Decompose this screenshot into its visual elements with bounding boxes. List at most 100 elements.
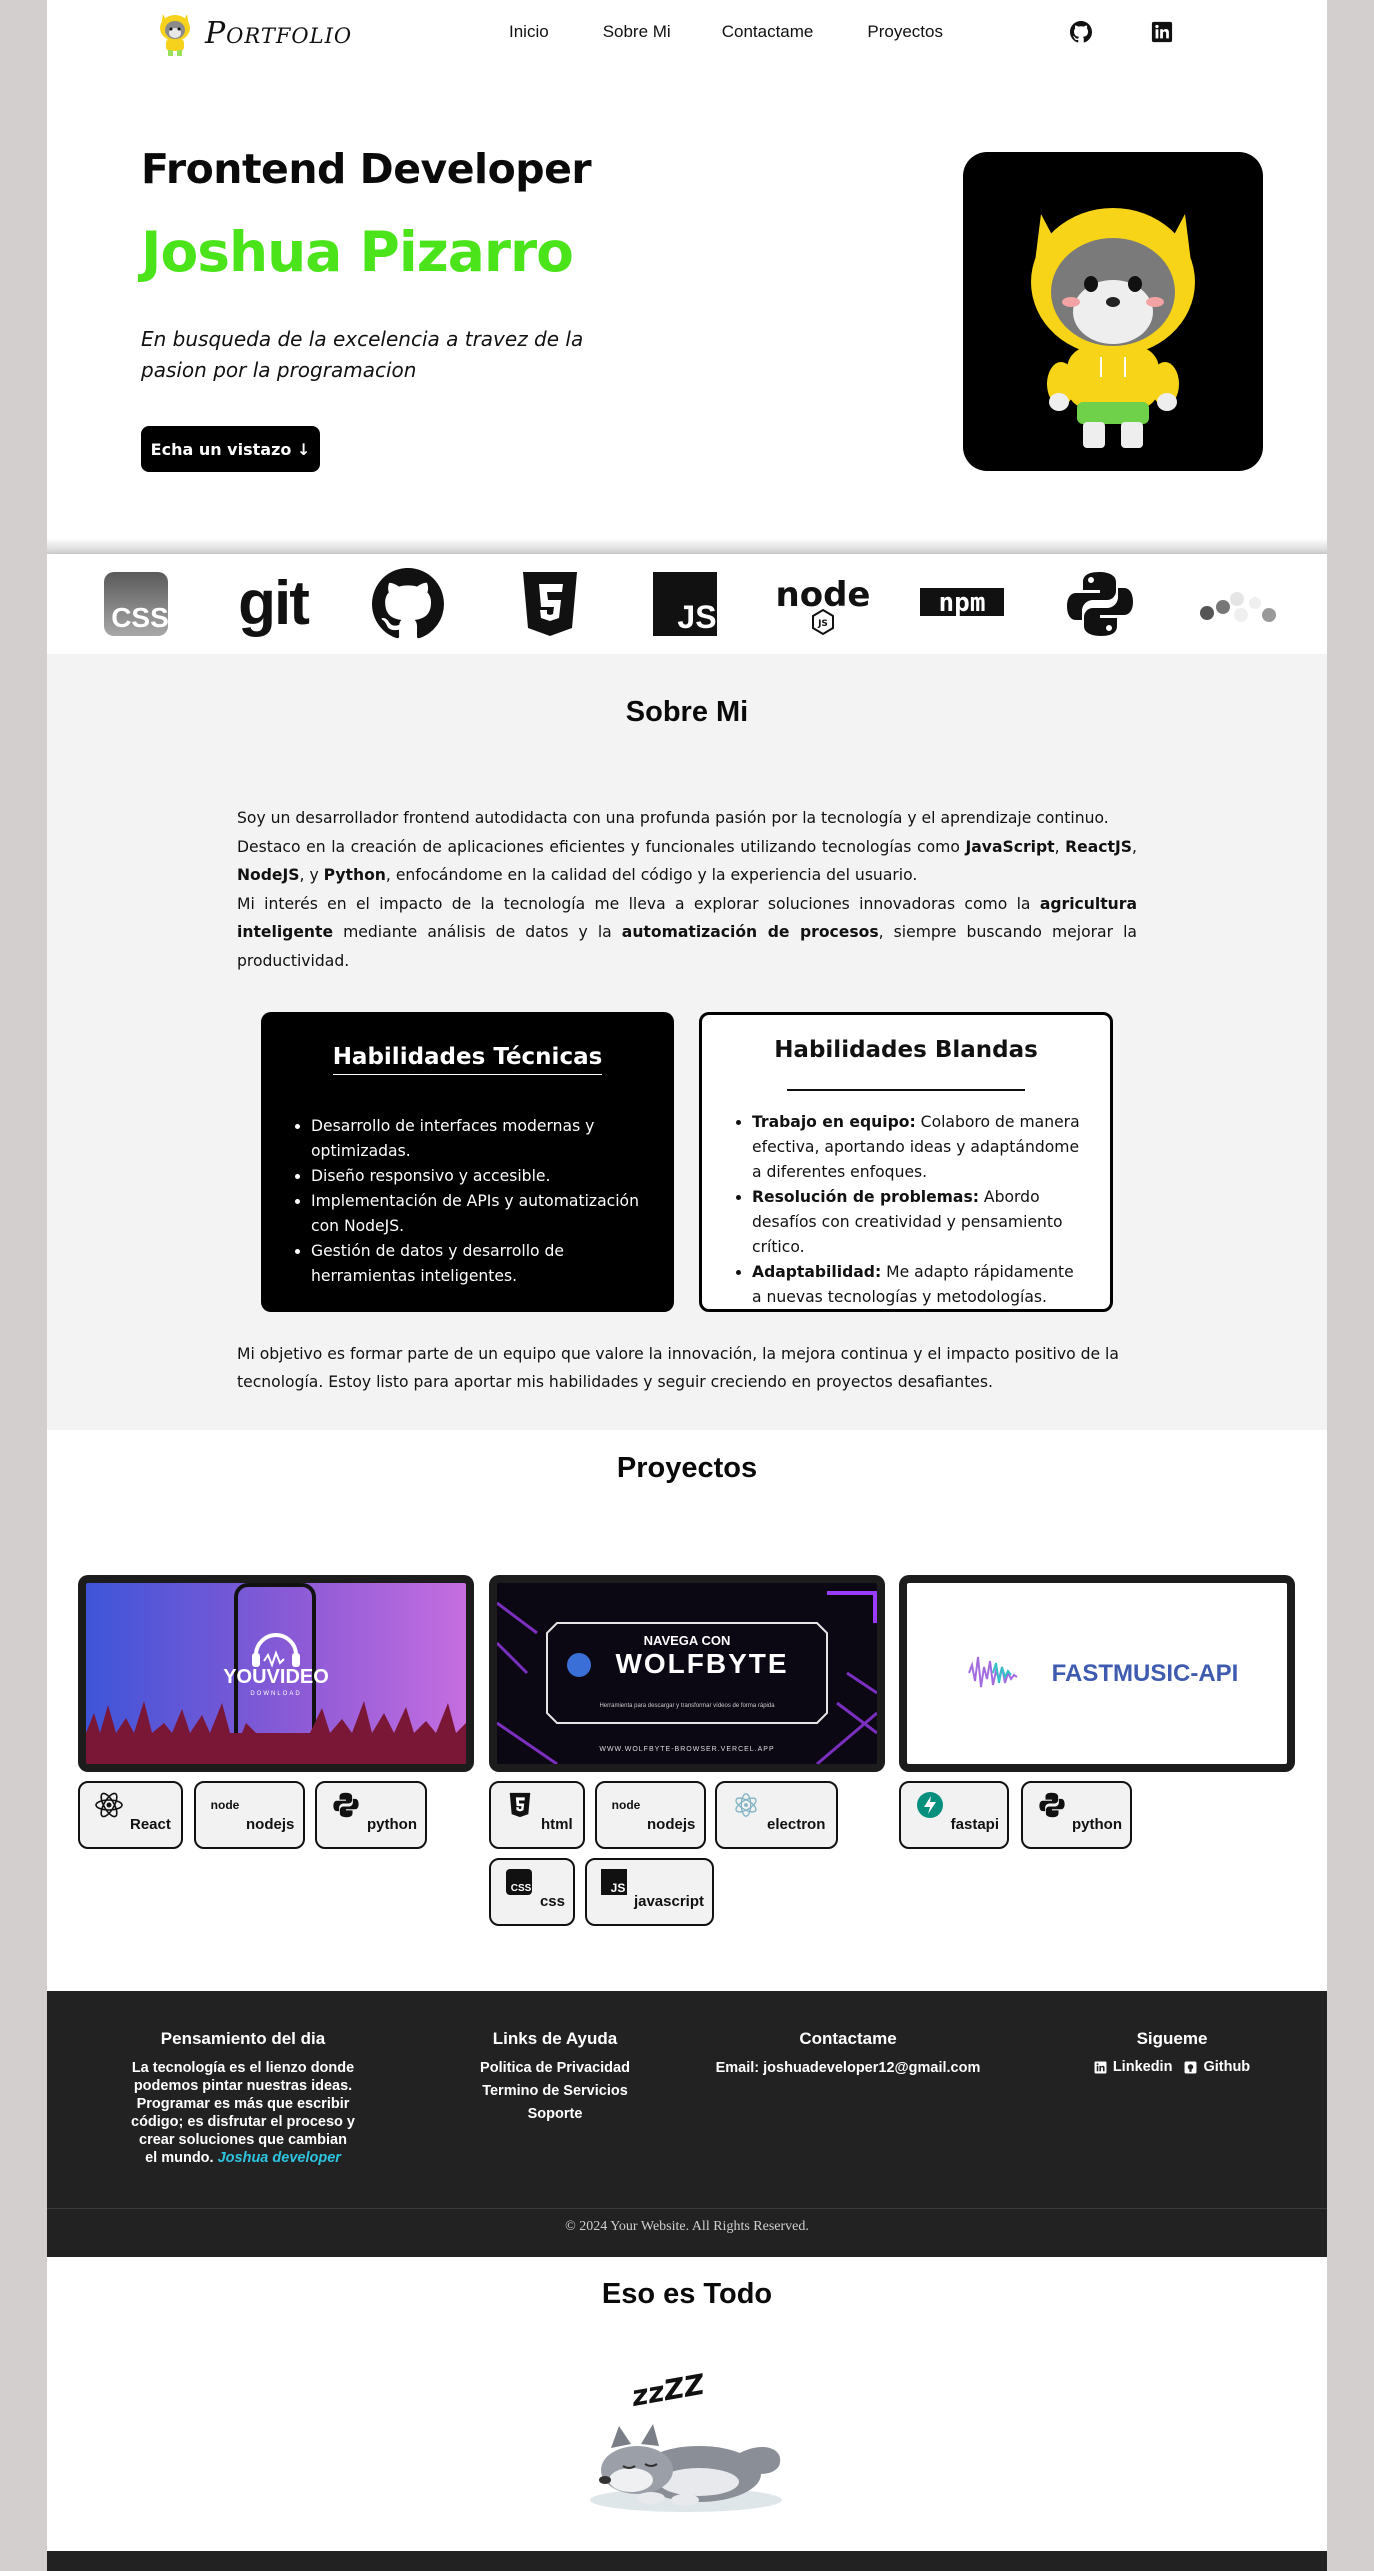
css-icon: CSS (505, 1867, 534, 1897)
footer-copyright: © 2024 Your Website. All Rights Reserved… (565, 2219, 809, 2234)
project-card-fastmusic[interactable]: FASTMUSIC-API (899, 1575, 1295, 1772)
list-item: Resolución de problemas: Abordo desafíos… (752, 1185, 1086, 1260)
footer-contact-title: Contactame (799, 2029, 897, 2048)
end-title: Eso es Todo (601, 2278, 773, 2310)
logo[interactable]: Portfolio (155, 8, 352, 58)
github-icon (1184, 2061, 1197, 2073)
about-p2-sep: , (1054, 837, 1066, 856)
technical-skills-title-text: Habilidades Técnicas (332, 1044, 603, 1075)
chip-label: electron (767, 1816, 826, 1833)
list-item: Gestión de datos y desarrollo de herrami… (311, 1239, 650, 1289)
technical-skills-card: Habilidades Técnicas Desarrollo de inter… (261, 1012, 674, 1312)
footer-contact: Contactame Email: joshuadeveloper12@gmai… (713, 2029, 983, 2077)
about-p2-reactjs: ReactJS (1065, 837, 1133, 856)
technical-skills-list: Desarrollo de interfaces modernas y opti… (291, 1114, 650, 1289)
sleeping-wolf-icon (581, 2408, 791, 2518)
nav-inicio[interactable]: Inicio (509, 22, 549, 42)
footer-linkedin-link[interactable]: Linkedin (1094, 2059, 1172, 2075)
chip-label: python (367, 1816, 417, 1833)
footer-links: Links de Ayuda Politica de Privacidad Te… (455, 2029, 655, 2123)
linkedin-icon[interactable] (1150, 20, 1174, 44)
hero-avatar-card (963, 152, 1263, 471)
css-icon-text: CSS (511, 1883, 532, 1894)
about-section: Sobre Mi Soy un desarrollador frontend a… (47, 654, 1327, 1430)
list-item: Diseño responsivo y accesible. (311, 1164, 650, 1189)
project-image: YOUVIDEO DOWNLOAD (86, 1583, 466, 1764)
footer-follow: Sigueme Linkedin Github (1077, 2029, 1267, 2075)
footer-github-link[interactable]: Github (1184, 2059, 1250, 2075)
chip-css: CSS css (489, 1858, 575, 1926)
chip-html: html (489, 1781, 585, 1849)
bottom-bar (47, 2551, 1327, 2571)
hero-role: Frontend Developer (141, 145, 592, 193)
about-p2-text: , enfocándome en la calidad del código y… (385, 866, 918, 884)
chip-python: python (1021, 1781, 1132, 1849)
tech-strip: CSS git JS node JS npm (47, 554, 1327, 654)
npm-icon: npm (919, 570, 1005, 638)
list-item: Adaptabilidad: Me adapto rápidamente a n… (752, 1260, 1086, 1310)
cta-button[interactable]: Echa un vistazo ↓ (141, 426, 320, 472)
youvideo-sub: DOWNLOAD (250, 1691, 301, 1697)
javascript-icon: JS (601, 1867, 628, 1897)
about-p2-python: Python (323, 866, 386, 884)
github-strip-icon (371, 568, 445, 639)
soft-skill-label: Trabajo en equipo: (752, 1113, 916, 1131)
python-icon (1065, 570, 1135, 638)
fastapi-icon (915, 1790, 945, 1820)
nodejs-icon: node JS (775, 570, 871, 638)
footer-link-terms[interactable]: Termino de Servicios (455, 2082, 655, 2100)
chip-react: React (78, 1781, 183, 1849)
soft-skill-label: Resolución de problemas: (752, 1188, 979, 1206)
nav-sobre-mi[interactable]: Sobre Mi (603, 22, 671, 42)
chip-fastapi: fastapi (899, 1781, 1009, 1849)
logo-text: Portfolio (205, 15, 353, 51)
soft-skill-label: Adaptabilidad: (752, 1263, 882, 1281)
chip-label: css (539, 1893, 565, 1910)
footer-link-privacy[interactable]: Politica de Privacidad (455, 2059, 655, 2077)
projects-title: Proyectos (616, 1452, 758, 1484)
soft-skills-title: Habilidades Blandas (774, 1037, 1038, 1063)
chip-python: python (315, 1781, 427, 1849)
divider (787, 1089, 1025, 1091)
about-text: Soy un desarrollador frontend autodidact… (237, 804, 1137, 975)
about-p3-text: Mi interés en el impacto de la tecnologí… (237, 894, 1040, 913)
css-icon: CSS (101, 570, 171, 638)
footer-link-support[interactable]: Soporte (455, 2105, 655, 2123)
project-card-youvideo[interactable]: YOUVIDEO DOWNLOAD (78, 1575, 474, 1772)
node-badge-text: JS (817, 619, 828, 629)
nav-contactame[interactable]: Contactame (722, 22, 814, 42)
javascript-icon: JS (652, 570, 718, 638)
list-item: Trabajo en equipo: Colaboro de manera ef… (752, 1110, 1086, 1185)
footer-contact-email[interactable]: Email: joshuadeveloper12@gmail.com (713, 2059, 983, 2077)
github-icon[interactable] (1069, 20, 1093, 44)
chip-label: React (130, 1816, 171, 1833)
git-icon-text: git (238, 569, 310, 638)
footer-thought-text: La tecnología es el lienzo donde podemos… (131, 2059, 355, 2167)
about-p2-text: Destaco en la creación de aplicaciones e… (237, 837, 966, 856)
linkedin-icon (1094, 2061, 1107, 2073)
js-icon-text: JS (611, 1881, 626, 1895)
nav-proyectos[interactable]: Proyectos (867, 22, 943, 42)
technical-skills-title: Habilidades Técnicas (261, 1044, 674, 1075)
zzz-text: zzZZ (628, 2368, 707, 2408)
project-card-wolfbyte[interactable]: NAVEGA CON WOLFBYTE Herramienta para des… (489, 1575, 885, 1772)
electron-icon (731, 1790, 761, 1820)
chip-nodejs: node nodejs (595, 1781, 706, 1849)
about-goal: Mi objetivo es formar parte de un equipo… (237, 1345, 1119, 1391)
hero-tagline: En busqueda de la excelencia a travez de… (141, 327, 584, 382)
page: Portfolio Inicio Sobre Mi Contactame Pro… (47, 0, 1327, 2571)
mascot-logo-icon (155, 8, 195, 58)
zzz-icon: zzZZ (627, 2318, 767, 2414)
nodejs-icon: node (611, 1790, 641, 1820)
about-p2-javascript: JavaScript (965, 837, 1055, 856)
project-image: FASTMUSIC-API (907, 1583, 1287, 1764)
mascot-avatar-icon (1031, 208, 1195, 448)
chip-electron: electron (715, 1781, 838, 1849)
python-icon (1037, 1790, 1066, 1820)
wolfbyte-top: NAVEGA CON (644, 1633, 731, 1648)
chip-javascript: JS javascript (585, 1858, 714, 1926)
footer-thought-title: Pensamiento del dia (160, 2029, 326, 2048)
chip-label: html (541, 1816, 573, 1833)
footer-thought-author[interactable]: Joshua developer (218, 2150, 341, 2166)
footer-follow-links: Linkedin Github (1077, 2059, 1267, 2075)
